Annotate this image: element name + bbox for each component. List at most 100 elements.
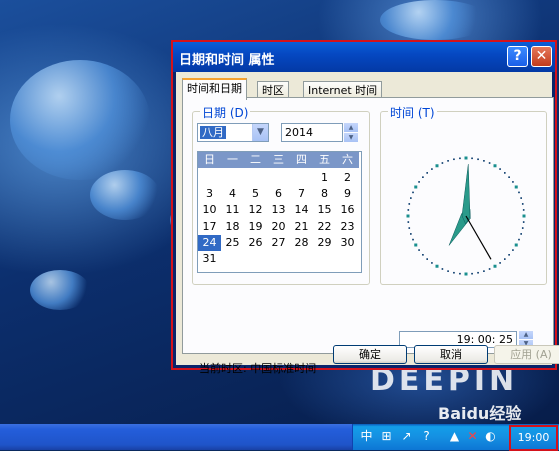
spin-up-icon[interactable]: ▲ bbox=[344, 123, 358, 132]
clock-minute-mark bbox=[518, 238, 520, 241]
calendar-day[interactable]: 12 bbox=[244, 202, 267, 218]
calendar-day[interactable]: 23 bbox=[336, 219, 359, 235]
clock-minute-mark bbox=[483, 270, 485, 272]
clock-minute-mark bbox=[418, 249, 420, 251]
clock-minute-mark bbox=[447, 270, 449, 272]
analog-clock bbox=[406, 156, 526, 276]
calendar-weekday: 三 bbox=[273, 153, 284, 166]
year-field[interactable]: 2014 bbox=[281, 123, 343, 142]
calendar-day[interactable]: 25 bbox=[221, 235, 244, 251]
clock-hour-mark bbox=[414, 243, 418, 247]
network-icon[interactable]: ▲ bbox=[447, 429, 462, 444]
calendar-day[interactable]: 15 bbox=[313, 202, 336, 218]
clock-hour-mark bbox=[493, 264, 497, 268]
clock-minute-mark bbox=[488, 268, 491, 270]
clock-minute-mark bbox=[518, 191, 520, 194]
calendar-day[interactable]: 9 bbox=[336, 186, 359, 202]
calendar-day[interactable]: 18 bbox=[221, 219, 244, 235]
clock-minute-mark bbox=[412, 191, 414, 194]
clock-minute-mark bbox=[504, 258, 506, 260]
calendar-day[interactable]: 8 bbox=[313, 186, 336, 202]
dialog-title: 日期和时间 属性 bbox=[179, 53, 275, 68]
clock-minute-mark bbox=[459, 272, 461, 275]
clock-minute-mark bbox=[520, 197, 522, 199]
calendar-day[interactable]: 1 bbox=[313, 170, 336, 186]
calendar-day[interactable]: 30 bbox=[336, 235, 359, 251]
clock-hour-mark bbox=[493, 164, 497, 168]
calendar-day[interactable]: 22 bbox=[313, 219, 336, 235]
month-calendar[interactable]: 日一二三四五六 1 2 3 4 5 6 7 8 9 10 11 12 13 14 15 16 17 18 19 20 21… bbox=[197, 151, 362, 273]
clock-minute-mark bbox=[521, 203, 524, 205]
dialog-body: 时间和日期 时区 Internet 时间 日期 (D) 时间 (T) 八月 ▼ … bbox=[176, 72, 559, 375]
calendar-day[interactable]: 16 bbox=[336, 202, 359, 218]
calendar-day[interactable]: 13 bbox=[267, 202, 290, 218]
calendar-day[interactable]: 28 bbox=[290, 235, 313, 251]
calendar-day[interactable]: 17 bbox=[198, 219, 221, 235]
clock-minute-mark bbox=[407, 221, 410, 223]
calendar-day[interactable]: 6 bbox=[267, 186, 290, 202]
clock-minute-mark bbox=[412, 238, 414, 241]
baidu-watermark: Baidu经验 bbox=[438, 404, 522, 423]
ok-button[interactable]: 确定 bbox=[333, 345, 407, 364]
clock-hour-mark bbox=[464, 156, 468, 160]
clock-minute-hand bbox=[461, 164, 471, 225]
keyboard-icon[interactable]: ⊞ bbox=[379, 429, 394, 444]
clock-minute-mark bbox=[426, 172, 428, 174]
ime-icon[interactable]: 中 bbox=[359, 429, 374, 444]
help-button[interactable]: ? bbox=[507, 46, 528, 67]
calendar-day[interactable]: 11 bbox=[221, 202, 244, 218]
help-tray-icon[interactable]: ? bbox=[419, 429, 434, 444]
wallpaper-bubble bbox=[30, 270, 90, 310]
calendar-day[interactable]: 14 bbox=[290, 202, 313, 218]
calendar-day[interactable]: 31 bbox=[198, 251, 221, 267]
month-dropdown[interactable]: 八月 ▼ bbox=[197, 123, 269, 142]
volume-icon[interactable]: ◐ bbox=[483, 429, 498, 444]
clock-minute-mark bbox=[512, 249, 514, 251]
calendar-day[interactable]: 3 bbox=[198, 186, 221, 202]
calendar-day[interactable]: 29 bbox=[313, 235, 336, 251]
clock-hour-mark bbox=[414, 185, 418, 189]
time-group-label: 时间 (T) bbox=[388, 104, 437, 121]
taskbar-clock[interactable]: 19:00 bbox=[509, 425, 558, 451]
calendar-weekday: 五 bbox=[319, 153, 330, 166]
title-bar[interactable]: 日期和时间 属性 ? ✕ bbox=[173, 42, 555, 72]
chevron-down-icon[interactable]: ▼ bbox=[252, 124, 268, 141]
clock-hour-mark bbox=[435, 164, 439, 168]
datetime-properties-dialog: 日期和时间 属性 ? ✕ 时间和日期 时区 Internet 时间 日期 (D)… bbox=[171, 40, 559, 375]
calendar-day[interactable]: 20 bbox=[267, 219, 290, 235]
year-stepper[interactable]: 2014 ▲ ▼ bbox=[281, 123, 358, 142]
clock-minute-mark bbox=[408, 227, 411, 229]
clock-minute-mark bbox=[422, 176, 424, 178]
wallpaper-bubble bbox=[90, 170, 160, 220]
clock-hour-mark bbox=[522, 214, 526, 218]
month-value: 八月 bbox=[200, 126, 226, 139]
calendar-day[interactable]: 5 bbox=[244, 186, 267, 202]
clock-minute-mark bbox=[431, 168, 433, 170]
cancel-button[interactable]: 取消 bbox=[414, 345, 488, 364]
calendar-day[interactable]: 26 bbox=[244, 235, 267, 251]
close-button[interactable]: ✕ bbox=[531, 46, 552, 67]
clock-minute-mark bbox=[459, 157, 461, 160]
wallpaper-bubble bbox=[10, 60, 150, 180]
shortcut-icon[interactable]: ↗ bbox=[399, 429, 414, 444]
clock-minute-mark bbox=[499, 168, 501, 170]
calendar-day-selected[interactable]: 24 bbox=[198, 234, 221, 251]
clock-minute-mark bbox=[508, 254, 510, 256]
tab-date-and-time[interactable]: 时间和日期 bbox=[182, 78, 247, 100]
calendar-day[interactable]: 2 bbox=[336, 170, 359, 186]
clock-minute-mark bbox=[410, 233, 412, 235]
spin-down-icon[interactable]: ▼ bbox=[344, 133, 358, 142]
calendar-day[interactable]: 7 bbox=[290, 186, 313, 202]
clock-minute-mark bbox=[499, 262, 501, 264]
calendar-weekday: 一 bbox=[227, 153, 238, 166]
security-alert-icon[interactable]: ✕ bbox=[465, 429, 480, 444]
calendar-day[interactable]: 27 bbox=[267, 235, 290, 251]
calendar-day[interactable]: 10 bbox=[198, 202, 221, 218]
apply-button[interactable]: 应用 (A) bbox=[494, 345, 559, 364]
calendar-day[interactable]: 4 bbox=[221, 186, 244, 202]
calendar-weekday: 二 bbox=[250, 153, 261, 166]
calendar-day[interactable]: 21 bbox=[290, 219, 313, 235]
clock-minute-mark bbox=[441, 268, 444, 270]
spin-up-icon[interactable]: ▲ bbox=[519, 331, 533, 339]
calendar-day[interactable]: 19 bbox=[244, 219, 267, 235]
